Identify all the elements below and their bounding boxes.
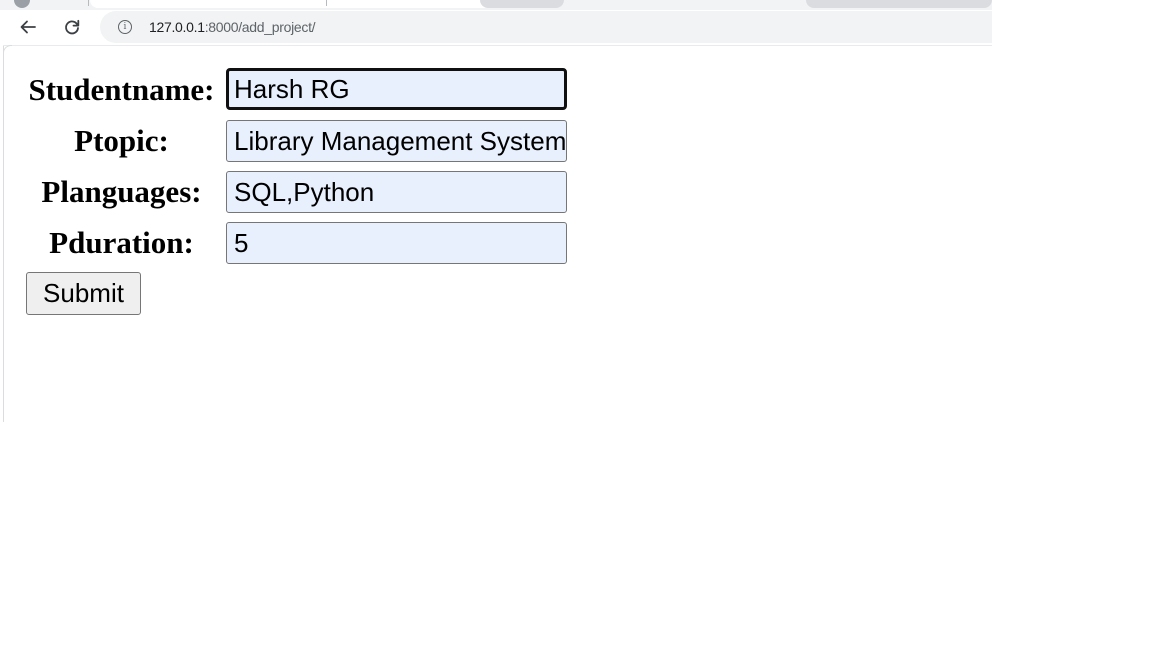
pduration-input[interactable] [226, 222, 567, 264]
browser-toolbar: i 127.0.0.1:8000/add_project/ [0, 10, 992, 44]
info-icon[interactable]: i [118, 20, 132, 34]
content-left-border [3, 46, 4, 422]
studentname-label: Studentname: [28, 72, 215, 107]
planguages-input[interactable] [226, 171, 567, 213]
tab-separator [326, 0, 327, 6]
tab-separator [88, 0, 89, 6]
back-button[interactable] [14, 13, 42, 41]
planguages-label: Planguages: [41, 174, 202, 209]
reload-icon [65, 19, 80, 35]
address-bar[interactable]: i 127.0.0.1:8000/add_project/ [100, 11, 992, 43]
browser-window: i 127.0.0.1:8000/add_project/ Studentnam… [0, 0, 992, 422]
url-text[interactable]: 127.0.0.1:8000/add_project/ [149, 19, 316, 35]
url-host: 127.0.0.1 [149, 19, 205, 35]
pduration-label: Pduration: [49, 225, 194, 260]
back-arrow-icon [20, 20, 36, 34]
ptopic-input[interactable] [226, 120, 567, 162]
content-corner [3, 45, 12, 54]
studentname-input[interactable] [226, 68, 567, 110]
submit-button[interactable]: Submit [26, 272, 141, 315]
reload-button[interactable] [58, 13, 86, 41]
tab[interactable] [806, 0, 992, 8]
tab-strip [0, 0, 992, 10]
content-top-divider [3, 45, 992, 46]
ptopic-label: Ptopic: [74, 123, 169, 158]
url-path: :8000/add_project/ [204, 19, 316, 35]
tab[interactable] [480, 0, 564, 8]
tab-favicon-icon [14, 0, 30, 8]
